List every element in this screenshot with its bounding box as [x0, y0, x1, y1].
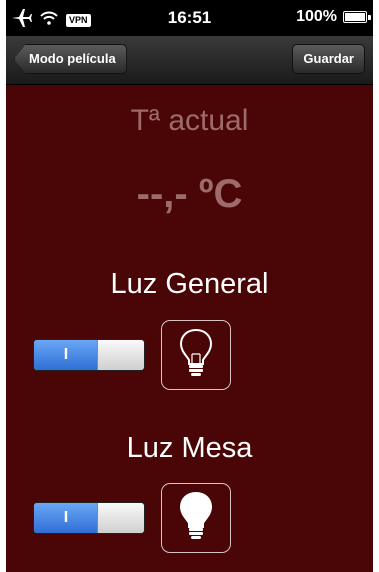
- app-screen: VPN 16:51 100% Modo película Guardar Tª …: [6, 0, 373, 572]
- battery-icon: [343, 11, 371, 23]
- switch-on-label: I: [34, 503, 98, 533]
- temperature-label: Tª actual: [130, 104, 249, 137]
- back-button[interactable]: Modo película: [14, 44, 127, 74]
- temperature-value: --,- ºC: [136, 172, 243, 216]
- switch-knob: [97, 340, 144, 370]
- bulb-on-icon: [179, 491, 213, 546]
- light-mesa-switch[interactable]: I: [33, 502, 145, 534]
- light-general-title: Luz General: [110, 268, 269, 300]
- light-general-bulb-button[interactable]: [161, 320, 231, 390]
- nav-bar: Modo película Guardar: [6, 36, 373, 85]
- bulb-off-icon: [179, 328, 213, 383]
- light-general-switch[interactable]: I: [33, 339, 145, 371]
- switch-knob: [97, 503, 144, 533]
- status-bar: VPN 16:51 100%: [6, 0, 373, 36]
- switch-on-label: I: [34, 340, 98, 370]
- light-mesa-bulb-button[interactable]: [161, 483, 231, 553]
- battery-percent: 100%: [296, 8, 337, 25]
- light-mesa-title: Luz Mesa: [126, 432, 253, 464]
- save-button[interactable]: Guardar: [292, 44, 365, 74]
- status-right: 100%: [296, 8, 371, 26]
